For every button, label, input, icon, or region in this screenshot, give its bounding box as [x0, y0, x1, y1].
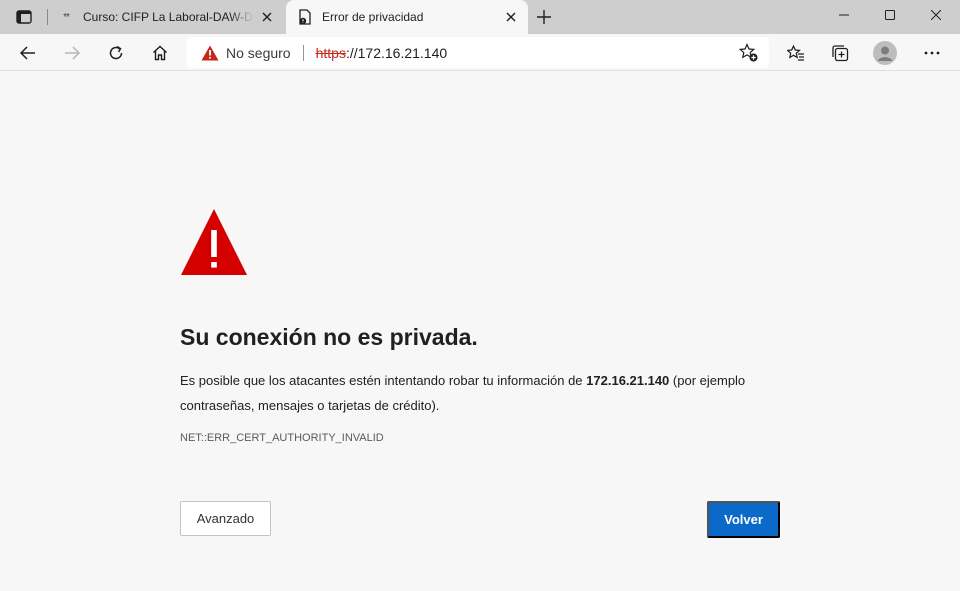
tab-close-button[interactable]: [498, 4, 524, 30]
window-close-button[interactable]: [913, 0, 959, 30]
tab-favicon: [296, 9, 314, 25]
add-favorite-button[interactable]: [739, 43, 759, 63]
page-error-icon: [299, 9, 311, 25]
warning-triangle-icon: [201, 45, 219, 60]
new-tab-button[interactable]: [531, 4, 557, 30]
not-secure-indicator[interactable]: [201, 45, 219, 61]
back-button[interactable]: [12, 37, 44, 69]
favorites-icon: [787, 45, 804, 61]
profile-icon: [873, 41, 897, 65]
tab-error-privacidad[interactable]: Error de privacidad: [286, 0, 528, 34]
close-icon: [506, 12, 516, 22]
close-icon: [262, 12, 272, 22]
more-icon: [924, 51, 940, 55]
description-text: Es posible que los atacantes estén inten…: [180, 373, 587, 388]
settings-more-button[interactable]: [916, 37, 948, 69]
back-to-safety-button[interactable]: Volver: [707, 501, 780, 538]
tab-strip: ** Curso: CIFP La Laboral-DAW-Des Error …: [0, 0, 960, 34]
page-title: Su conexión no es privada.: [180, 324, 478, 350]
close-icon: [931, 10, 941, 20]
host-name: 172.16.21.140: [586, 373, 670, 388]
collections-icon: [832, 45, 849, 62]
maximize-button[interactable]: [867, 0, 913, 30]
privacy-error-page: Su conexión no es privada. Es posible qu…: [0, 72, 960, 591]
tab-favicon: **: [63, 11, 70, 23]
favorites-button[interactable]: [780, 37, 812, 69]
url-host: ://172.16.21.140: [345, 44, 448, 61]
warning-triangle-icon: [181, 209, 247, 275]
home-icon: [153, 45, 167, 61]
tab-close-button[interactable]: [254, 4, 280, 30]
home-button[interactable]: [144, 37, 176, 69]
refresh-icon: [109, 45, 123, 60]
advanced-button[interactable]: Avanzado: [180, 501, 271, 536]
refresh-button[interactable]: [100, 37, 132, 69]
tab-curso[interactable]: ** Curso: CIFP La Laboral-DAW-Des: [51, 0, 284, 34]
tab-separator: [47, 9, 48, 25]
address-separator: [302, 44, 304, 61]
minimize-button[interactable]: [821, 0, 867, 30]
address-bar[interactable]: No seguro https ://172.16.21.140: [187, 37, 769, 68]
not-secure-label: No seguro: [226, 44, 291, 61]
minimize-icon: [839, 14, 849, 16]
tab-label: Curso: CIFP La Laboral-DAW-Des: [83, 10, 254, 24]
error-code[interactable]: NET::ERR_CERT_AUTHORITY_INVALID: [180, 432, 384, 444]
tab-label: Error de privacidad: [322, 10, 424, 24]
maximize-icon: [885, 10, 895, 20]
tab-actions-button[interactable]: [8, 5, 40, 29]
star-add-icon: [739, 43, 758, 62]
plus-icon: [537, 10, 551, 24]
arrow-right-icon: [65, 46, 80, 60]
tab-actions-icon: [16, 10, 32, 24]
url-scheme: https: [315, 44, 346, 61]
error-description: Es posible que los atacantes estén inten…: [180, 368, 760, 418]
browser-toolbar: No seguro https ://172.16.21.140: [0, 34, 960, 71]
profile-button[interactable]: [869, 37, 901, 69]
collections-button[interactable]: [824, 37, 856, 69]
forward-button[interactable]: [56, 37, 88, 69]
arrow-left-icon: [20, 46, 35, 60]
